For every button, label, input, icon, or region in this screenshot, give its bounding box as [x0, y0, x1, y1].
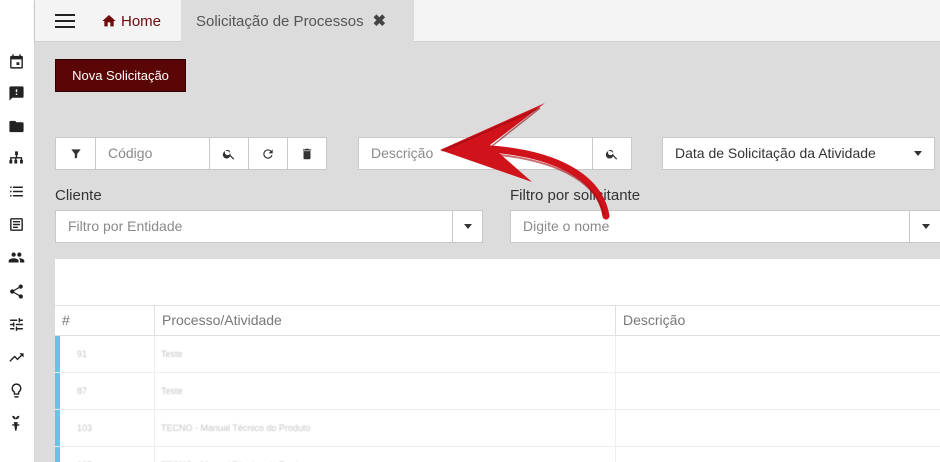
close-icon[interactable]: ✖: [373, 11, 386, 31]
row-processo: Teste: [161, 386, 183, 396]
table-row[interactable]: 105 TECNO - Manual Técnico do Produto: [55, 447, 940, 462]
solicitante-label: Filtro por solicitante: [510, 187, 641, 204]
row-processo: TECNO - Manual Técnico do Produto: [161, 447, 310, 462]
tab-active-label: Solicitação de Processos: [196, 12, 364, 30]
search-icon: [222, 149, 235, 160]
row-processo: Teste: [161, 349, 183, 359]
share-icon[interactable]: [6, 281, 26, 301]
row-id: 103: [77, 423, 93, 433]
cliente-select[interactable]: Filtro por Entidade: [55, 210, 483, 243]
solicitante-placeholder: Digite o nome: [523, 218, 610, 234]
main-content: Nova Solicitação Código Descrição Data d…: [35, 42, 940, 462]
chevron-down-icon: [921, 224, 930, 229]
sort-select-value: Data de Solicitação da Atividade: [675, 145, 876, 161]
table-row[interactable]: 87 Teste: [55, 373, 940, 410]
filter-toggle-button[interactable]: [56, 138, 96, 169]
cliente-dropdown-button[interactable]: [452, 211, 482, 242]
trending-up-icon[interactable]: [6, 347, 26, 367]
descricao-input-group: Descrição: [358, 137, 632, 170]
document-list-icon[interactable]: [6, 214, 26, 234]
refresh-button[interactable]: [248, 138, 287, 169]
people-icon[interactable]: [6, 247, 26, 267]
sitemap-icon[interactable]: [6, 148, 26, 168]
row-processo: TECNO - Manual Técnico do Produto: [161, 423, 311, 433]
column-header-descricao[interactable]: Descrição: [615, 306, 940, 335]
calendar-icon[interactable]: [6, 51, 26, 71]
row-id: 87: [77, 386, 88, 396]
row-status-stripe: [55, 410, 60, 446]
cliente-label: Cliente: [55, 187, 102, 204]
chevron-down-icon: [914, 151, 922, 156]
refresh-icon: [263, 148, 273, 159]
clear-button[interactable]: [287, 138, 326, 169]
descricao-input[interactable]: Descrição: [359, 138, 593, 169]
descricao-search-button[interactable]: [592, 138, 631, 169]
left-icon-rail: [0, 0, 35, 462]
chevron-down-icon: [463, 224, 472, 229]
sort-select[interactable]: Data de Solicitação da Atividade: [662, 137, 935, 170]
solicitante-select[interactable]: Digite o nome: [510, 210, 940, 243]
codigo-input-group: Código: [55, 137, 327, 170]
feedback-icon[interactable]: [6, 83, 26, 103]
table-header: # Processo/Atividade Descrição: [55, 305, 940, 336]
trash-icon: [302, 148, 312, 159]
row-status-stripe: [55, 336, 60, 372]
table-row[interactable]: 103 TECNO - Manual Técnico do Produto: [55, 410, 940, 447]
codigo-input[interactable]: Código: [96, 138, 209, 169]
sliders-icon[interactable]: [6, 314, 26, 334]
solicitante-dropdown-button[interactable]: [909, 211, 940, 242]
column-header-processo[interactable]: Processo/Atividade: [154, 306, 615, 335]
top-bar: Home Solicitação de Processos ✖: [35, 0, 940, 42]
search-icon: [605, 149, 618, 160]
table-row[interactable]: 91 Teste: [55, 336, 940, 373]
lightbulb-icon[interactable]: [6, 380, 26, 400]
new-request-button[interactable]: Nova Solicitação: [55, 59, 186, 92]
row-id: 91: [77, 349, 88, 359]
row-status-stripe: [55, 447, 60, 462]
row-status-stripe: [55, 373, 60, 409]
home-icon: [102, 15, 116, 27]
results-table: # Processo/Atividade Descrição 91 Teste …: [55, 259, 940, 462]
cliente-placeholder: Filtro por Entidade: [68, 218, 183, 234]
row-id: 105: [77, 447, 92, 462]
tab-home[interactable]: Home: [95, 0, 171, 42]
filter-icon: [70, 148, 81, 159]
list-icon[interactable]: [6, 181, 26, 201]
codigo-search-button[interactable]: [209, 138, 248, 169]
column-header-id[interactable]: #: [55, 306, 154, 335]
hamburger-icon[interactable]: [55, 12, 75, 30]
folder-icon[interactable]: [6, 116, 26, 136]
tab-solicitacao-processos[interactable]: Solicitação de Processos ✖: [181, 0, 414, 42]
tab-home-label: Home: [121, 12, 162, 30]
plant-icon[interactable]: [6, 413, 26, 433]
